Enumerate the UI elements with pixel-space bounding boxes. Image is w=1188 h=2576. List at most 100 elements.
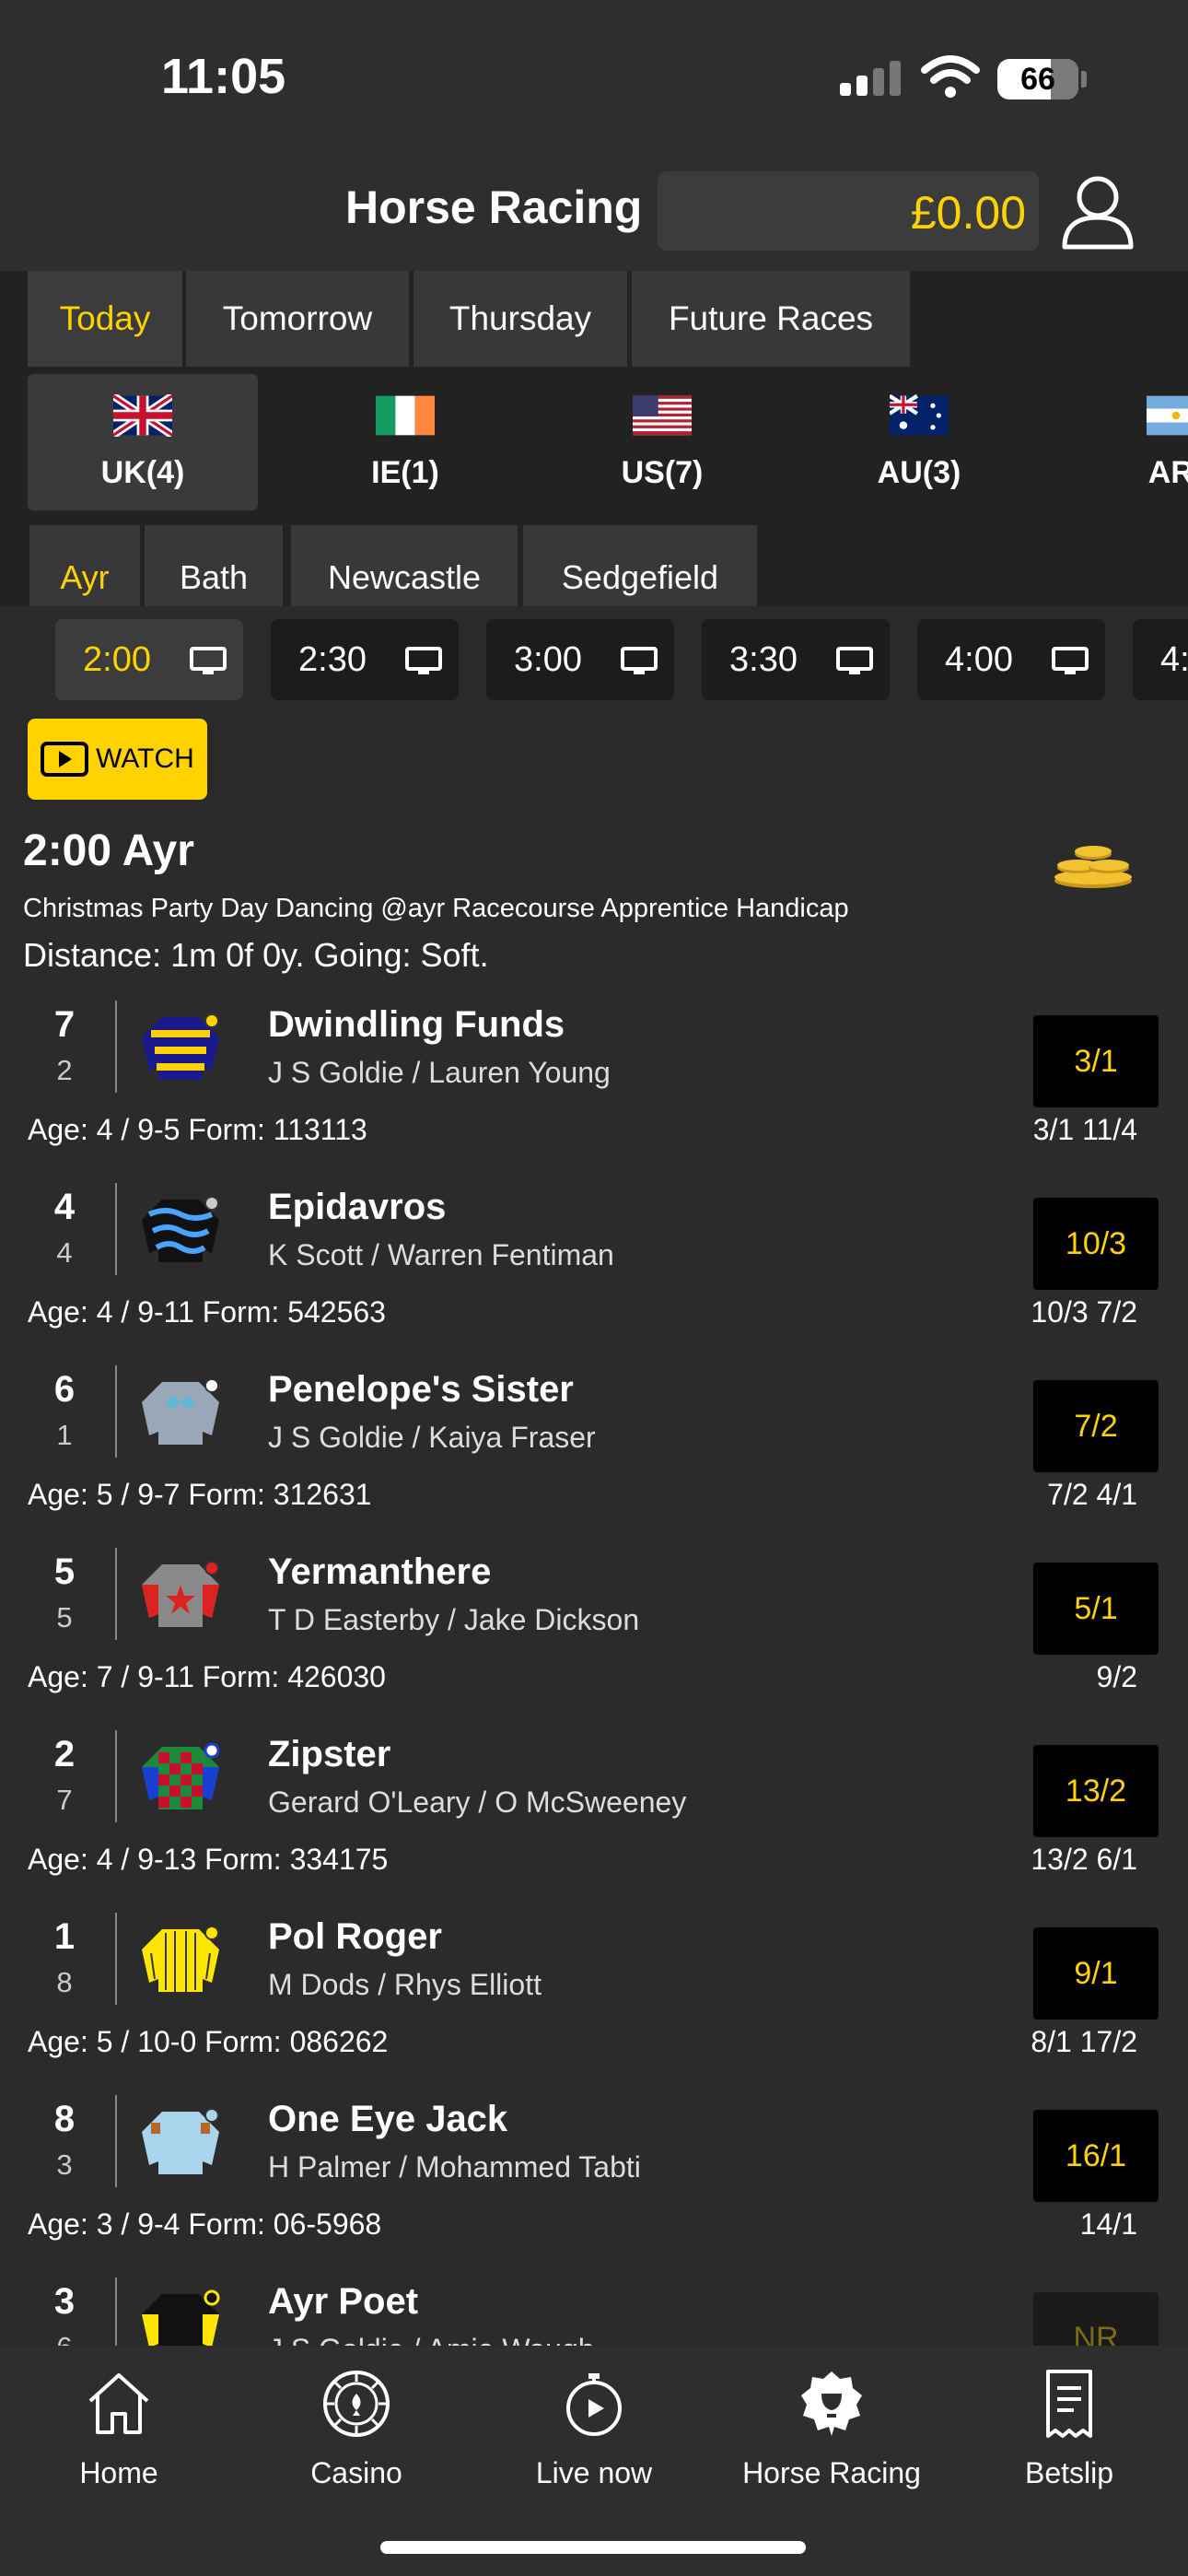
runner-form: Age: 4 / 9-5 Form: 113113 bbox=[28, 1113, 367, 1146]
nav-label: Casino bbox=[310, 2456, 402, 2489]
odds-button[interactable]: 10/3 bbox=[1033, 1198, 1159, 1290]
tv-icon bbox=[1052, 647, 1089, 674]
stopwatch-icon bbox=[566, 2373, 622, 2436]
nav-label: Horse Racing bbox=[742, 2456, 921, 2489]
previous-odds: 10/3 7/2 bbox=[1031, 1295, 1137, 1329]
ireland-flag-icon bbox=[376, 395, 435, 436]
previous-odds: 13/2 6/1 bbox=[1031, 1843, 1137, 1876]
play-icon bbox=[41, 742, 89, 777]
argentina-flag-icon bbox=[1147, 395, 1188, 436]
nav-casino[interactable]: Casino bbox=[238, 2368, 475, 2490]
race-time-tab[interactable]: 4:00 bbox=[917, 619, 1105, 700]
jockey-silk-icon bbox=[142, 1561, 219, 1627]
watch-button[interactable]: WATCH bbox=[28, 719, 207, 800]
nav-home[interactable]: Home bbox=[0, 2368, 238, 2490]
race-time-tab[interactable]: 3:00 bbox=[486, 619, 674, 700]
country-label: AR( bbox=[1147, 455, 1188, 490]
race-time-tab[interactable]: 4: bbox=[1133, 619, 1188, 700]
odds-button-non-runner: NR bbox=[1033, 2292, 1159, 2346]
previous-odds: 9/2 bbox=[1096, 1660, 1137, 1693]
runner-draw: 4 bbox=[56, 1236, 73, 1269]
status-bar: 11:05 66 bbox=[0, 0, 1188, 157]
course-tab-ayr[interactable]: Ayr bbox=[29, 525, 140, 606]
race-time-label: 2:00 bbox=[83, 639, 151, 679]
course-tab-newcastle[interactable]: Newcastle bbox=[291, 525, 518, 606]
coins-icon[interactable] bbox=[1050, 842, 1136, 890]
runner-connections: J S Goldie / Amie Waugh bbox=[268, 2333, 595, 2346]
app-header: Horse Racing £0.00 bbox=[0, 157, 1188, 271]
race-time-tab[interactable]: 3:30 bbox=[702, 619, 890, 700]
tv-icon bbox=[190, 647, 227, 674]
race-time-tab[interactable]: 2:30 bbox=[271, 619, 459, 700]
tab-thursday[interactable]: Thursday bbox=[413, 271, 627, 367]
odds-button[interactable]: 5/1 bbox=[1033, 1563, 1159, 1655]
tab-future-races[interactable]: Future Races bbox=[632, 271, 910, 367]
day-tabs: Today Tomorrow Thursday Future Races bbox=[0, 271, 1188, 367]
country-tab-ar[interactable]: AR( bbox=[1061, 374, 1188, 510]
country-tab-ie[interactable]: IE(1) bbox=[290, 374, 520, 510]
account-icon[interactable] bbox=[1059, 171, 1136, 252]
nav-horse-racing[interactable]: Horse Racing bbox=[713, 2368, 950, 2490]
runner-form: Age: 5 / 10-0 Form: 086262 bbox=[28, 2025, 389, 2058]
jockey-silk-icon bbox=[142, 2108, 219, 2174]
divider bbox=[115, 1183, 117, 1275]
course-tab-sedgefield[interactable]: Sedgefield bbox=[523, 525, 757, 606]
runner-form: Age: 3 / 9-4 Form: 06-5968 bbox=[28, 2207, 382, 2241]
uk-flag-icon bbox=[113, 394, 172, 437]
nav-live-now[interactable]: Live now bbox=[475, 2368, 713, 2490]
previous-odds: 7/2 4/1 bbox=[1047, 1478, 1137, 1511]
country-label: UK(4) bbox=[100, 455, 185, 490]
balance-box[interactable]: £0.00 bbox=[658, 171, 1039, 251]
runner-form: Age: 5 / 9-7 Form: 312631 bbox=[28, 1478, 372, 1511]
odds-button[interactable]: 3/1 bbox=[1033, 1015, 1159, 1107]
race-name: Christmas Party Day Dancing @ayr Racecou… bbox=[23, 894, 849, 923]
divider bbox=[115, 2095, 117, 2187]
runner-name: Epidavros bbox=[268, 1187, 447, 1227]
tab-tomorrow[interactable]: Tomorrow bbox=[186, 271, 409, 367]
race-time-label: 3:00 bbox=[514, 639, 582, 679]
race-time-tab[interactable]: 2:00 bbox=[55, 619, 243, 700]
tv-icon bbox=[405, 647, 442, 674]
runner-name: Penelope's Sister bbox=[268, 1369, 574, 1410]
country-tab-au[interactable]: AU(3) bbox=[804, 374, 1034, 510]
country-tab-us[interactable]: US(7) bbox=[547, 374, 777, 510]
runner-connections: J S Goldie / Kaiya Fraser bbox=[268, 1421, 596, 1454]
runner-draw: 3 bbox=[56, 2149, 73, 2181]
runner-name: Zipster bbox=[268, 1734, 391, 1774]
divider bbox=[115, 1548, 117, 1640]
odds-button[interactable]: 16/1 bbox=[1033, 2110, 1159, 2202]
runner-number: 8 bbox=[53, 2099, 76, 2139]
battery-icon: 66 bbox=[997, 59, 1078, 100]
tab-today[interactable]: Today bbox=[28, 271, 182, 367]
runner-draw: 5 bbox=[56, 1601, 73, 1633]
receipt-icon bbox=[1046, 2370, 1092, 2438]
nav-betslip[interactable]: Betslip bbox=[950, 2368, 1188, 2490]
horse-racing-badge-icon bbox=[801, 2371, 862, 2436]
runner-row: 4 4 Epidavros K Scott / Warren Fentiman … bbox=[0, 1165, 1188, 1347]
course-tab-bath[interactable]: Bath bbox=[145, 525, 283, 606]
race-time-tabs: 2:00 2:30 3:00 3:30 4:00 4: bbox=[0, 606, 1188, 709]
race-time-label: 4: bbox=[1160, 639, 1188, 679]
jockey-silk-icon bbox=[142, 2289, 220, 2346]
nav-label: Betslip bbox=[1024, 2456, 1114, 2489]
runner-form: Age: 4 / 9-13 Form: 334175 bbox=[28, 1843, 389, 1876]
home-indicator[interactable] bbox=[380, 2541, 806, 2554]
race-title: 2:00 Ayr bbox=[23, 826, 194, 875]
country-tab-uk[interactable]: UK(4) bbox=[28, 374, 258, 510]
watch-label: WATCH bbox=[96, 744, 194, 774]
divider bbox=[115, 1913, 117, 2005]
home-icon bbox=[88, 2373, 149, 2434]
odds-button[interactable]: 13/2 bbox=[1033, 1745, 1159, 1837]
odds-button[interactable]: 7/2 bbox=[1033, 1380, 1159, 1472]
runner-row: 7 2 Dwindling Funds J S Goldie / Lauren … bbox=[0, 982, 1188, 1165]
runner-number: 6 bbox=[53, 1369, 76, 1410]
nav-label: Home bbox=[79, 2456, 158, 2489]
balance-amount: £0.00 bbox=[910, 187, 1026, 239]
odds-button[interactable]: 9/1 bbox=[1033, 1927, 1159, 2020]
runner-draw: 1 bbox=[56, 1419, 73, 1451]
runner-name: One Eye Jack bbox=[268, 2099, 508, 2139]
divider bbox=[115, 1001, 117, 1093]
runner-row: 2 7 Zipster Gerard O'Leary / O McSweeney… bbox=[0, 1712, 1188, 1894]
australia-flag-icon bbox=[890, 394, 949, 436]
course-tabs: Ayr Bath Newcastle Sedgefield bbox=[0, 514, 1188, 606]
